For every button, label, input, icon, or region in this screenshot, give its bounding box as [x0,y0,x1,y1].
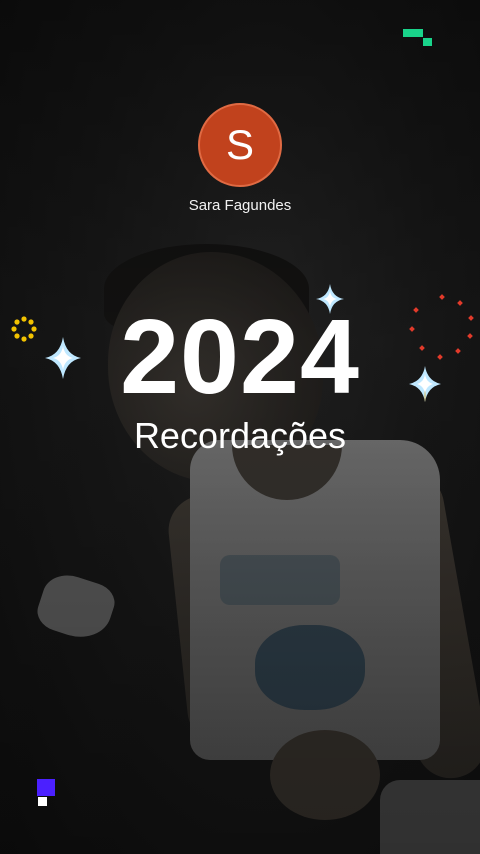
red-firework-icon [409,294,474,360]
avatar[interactable]: S [198,103,282,187]
sparkle-icon [45,337,81,379]
yellow-burst-icon [11,316,37,342]
profile-name[interactable]: Sara Fagundes [0,197,480,214]
memories-subtitle: Recordações [133,415,347,456]
sparkle-icon [409,366,441,402]
sparkle-icon [316,284,344,314]
profile-header: S Sara Fagundes [0,103,480,214]
